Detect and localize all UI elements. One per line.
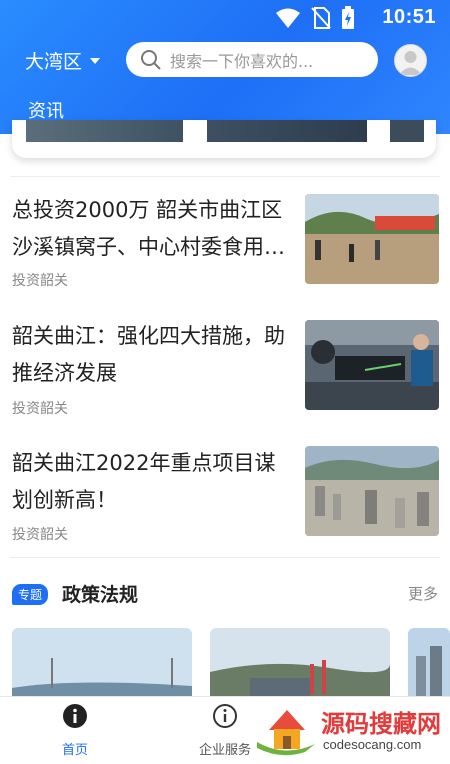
wifi-icon xyxy=(276,8,300,28)
watermark-url: codesocang.com xyxy=(323,737,421,752)
news-title: 韶关曲江2022年重点项目谋划创新高！ xyxy=(12,451,276,512)
caret-down-icon xyxy=(90,57,101,64)
section-header: 专题 政策法规 更多 xyxy=(0,570,450,610)
section-title: 政策法规 xyxy=(62,584,139,606)
region-label: 大湾区 xyxy=(25,51,83,73)
search-input[interactable]: 搜索一下你喜欢的... xyxy=(126,42,378,77)
no-sim-icon xyxy=(311,7,331,29)
news-item[interactable]: 韶关曲江：强化四大措施，助推经济发展 投资韶关 xyxy=(0,314,450,424)
news-title: 总投资2000万 韶关市曲江区沙溪镇窝子、中心村委食用… xyxy=(12,198,285,259)
more-link[interactable]: 更多 xyxy=(408,583,438,604)
watermark-brand: 源码搜藏网 xyxy=(321,711,441,738)
news-source: 投资韶关 xyxy=(12,527,68,543)
battery-charging-icon xyxy=(342,6,354,29)
nav-home-label: 首页 xyxy=(61,743,88,758)
policy-card[interactable] xyxy=(12,628,192,698)
carousel-thumb xyxy=(390,120,424,142)
news-source: 投资韶关 xyxy=(12,273,68,289)
status-icons xyxy=(275,6,355,30)
news-source: 投资韶关 xyxy=(12,401,68,417)
section-tag: 专题 xyxy=(12,584,49,605)
carousel-thumb xyxy=(207,120,367,142)
region-selector[interactable]: 大湾区 xyxy=(25,47,101,74)
search-icon xyxy=(141,49,161,70)
app-header: 10:51 大湾区 搜索一下你喜欢的... 资讯 xyxy=(0,0,450,134)
policy-card[interactable] xyxy=(408,628,450,698)
avatar[interactable] xyxy=(394,44,427,77)
watermark-logo: 源码搜藏网 codesocang.com xyxy=(255,700,450,760)
nav-home[interactable]: 首页 xyxy=(30,703,120,758)
status-time: 10:51 xyxy=(382,6,436,28)
divider xyxy=(10,176,440,177)
status-bar: 10:51 xyxy=(0,0,450,36)
carousel-card[interactable] xyxy=(12,120,436,158)
divider xyxy=(10,557,440,558)
info-icon xyxy=(213,704,237,728)
news-thumbnail xyxy=(305,320,439,410)
news-item[interactable]: 总投资2000万 韶关市曲江区沙溪镇窝子、中心村委食用… 投资韶关 xyxy=(0,190,450,300)
news-item[interactable]: 韶关曲江2022年重点项目谋划创新高！ 投资韶关 xyxy=(0,442,450,552)
carousel-thumb xyxy=(26,120,183,142)
policy-card[interactable] xyxy=(210,628,390,698)
house-logo-icon: 源码搜藏网 codesocang.com xyxy=(257,710,441,756)
home-info-icon xyxy=(63,704,87,728)
user-icon xyxy=(399,51,422,75)
news-thumbnail xyxy=(305,446,439,536)
search-placeholder: 搜索一下你喜欢的... xyxy=(170,51,314,71)
news-title: 韶关曲江：强化四大措施，助推经济发展 xyxy=(12,324,285,385)
news-thumbnail xyxy=(305,194,439,284)
